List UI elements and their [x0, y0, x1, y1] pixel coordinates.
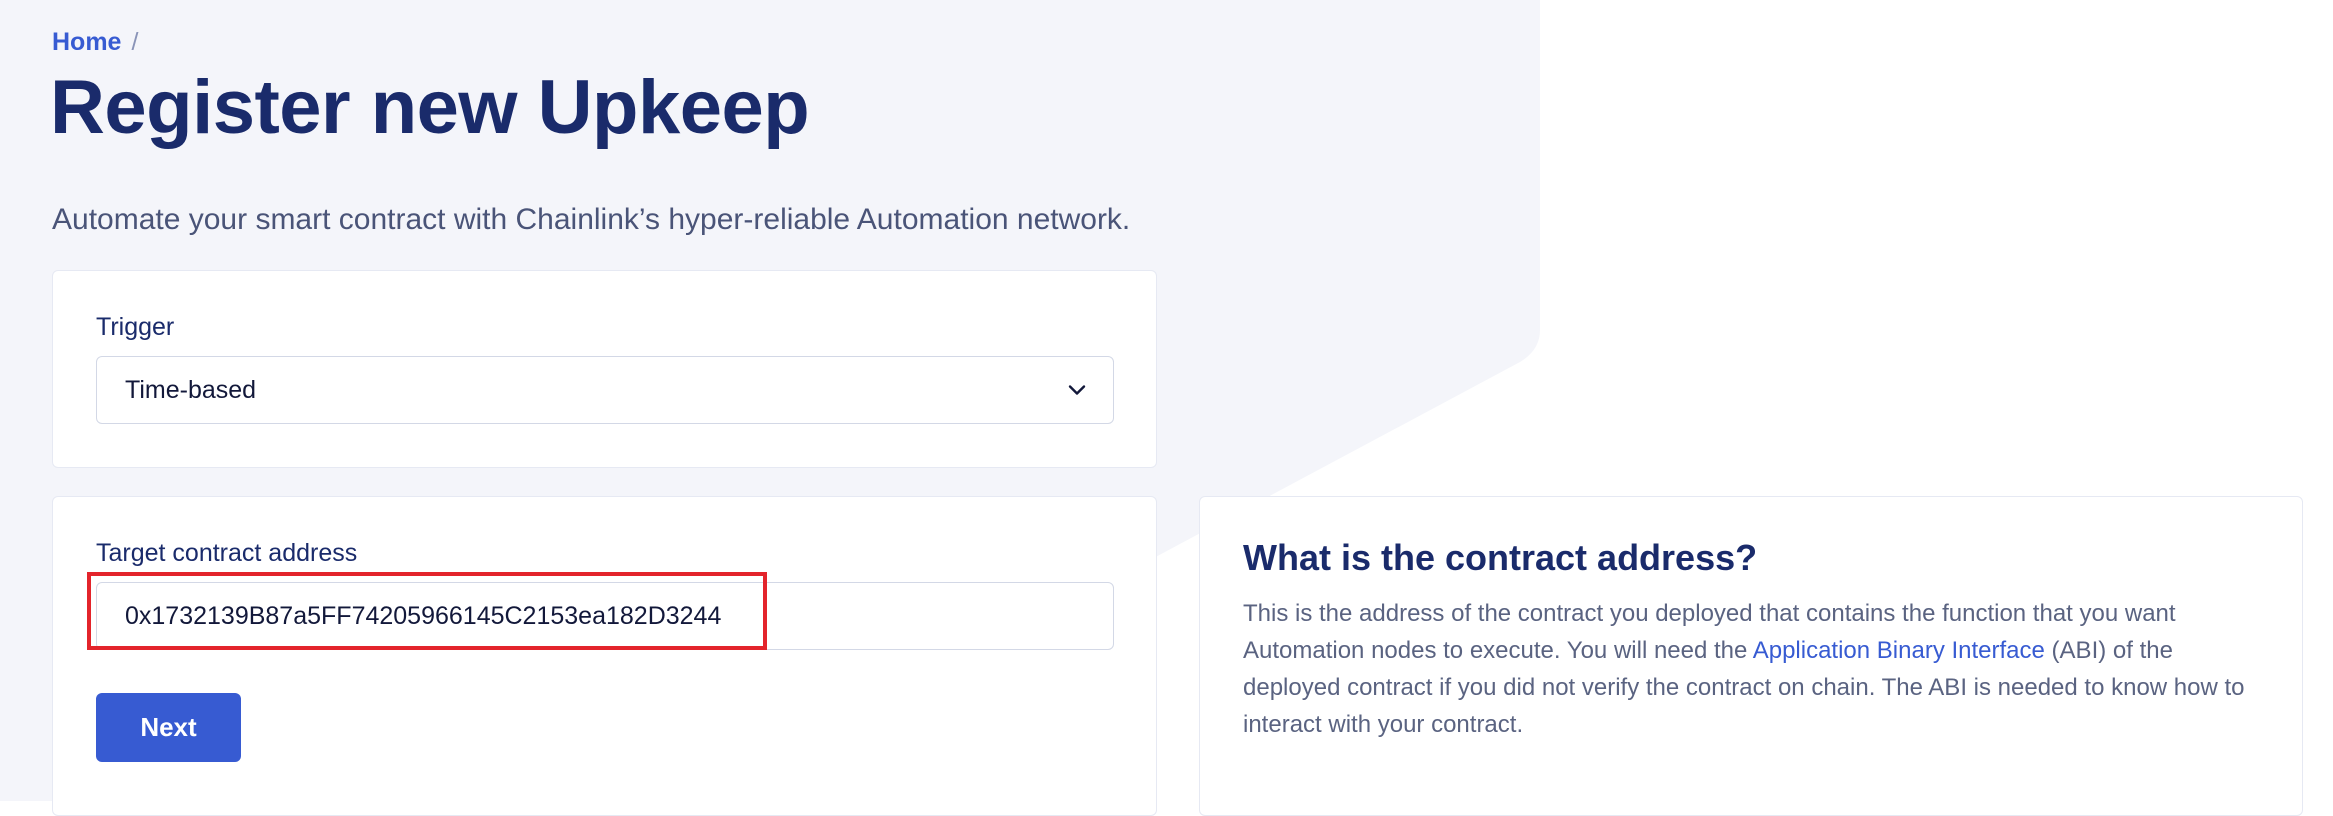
trigger-selected-value: Time-based — [125, 376, 257, 404]
breadcrumb-home-link[interactable]: Home — [52, 28, 121, 56]
page-title: Register new Upkeep — [50, 65, 810, 150]
trigger-card: Trigger Time-based — [52, 270, 1157, 468]
register-upkeep-page: Home / Register new Upkeep Automate your … — [0, 0, 2333, 816]
abi-link[interactable]: Application Binary Interface — [1753, 637, 2045, 664]
trigger-label: Trigger — [96, 313, 175, 341]
info-body: This is the address of the contract you … — [1243, 595, 2253, 743]
page-subtitle: Automate your smart contract with Chainl… — [52, 203, 1131, 236]
target-contract-address-input[interactable] — [96, 582, 1114, 650]
breadcrumb: Home / — [52, 26, 138, 58]
target-contract-card: Target contract address Next — [52, 496, 1157, 816]
info-title: What is the contract address? — [1243, 537, 1758, 578]
contract-address-info-card: What is the contract address? This is th… — [1199, 496, 2303, 816]
chevron-down-icon — [1068, 385, 1086, 395]
breadcrumb-separator: / — [131, 28, 139, 56]
next-button[interactable]: Next — [96, 693, 241, 762]
trigger-select[interactable]: Time-based — [96, 356, 1114, 424]
target-contract-label: Target contract address — [96, 539, 358, 567]
